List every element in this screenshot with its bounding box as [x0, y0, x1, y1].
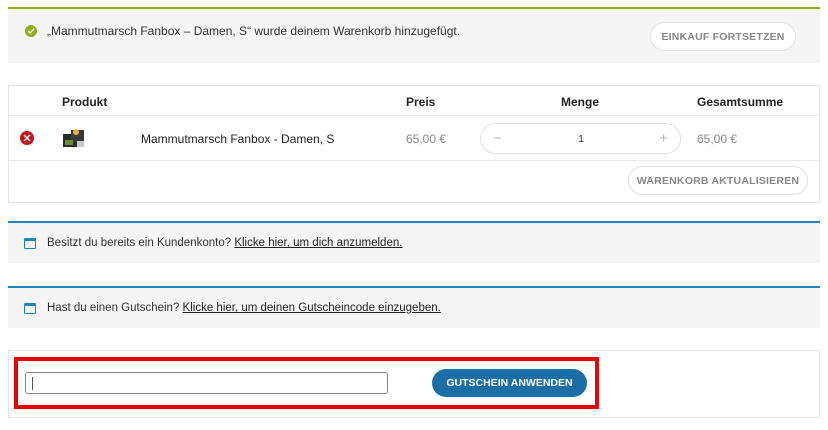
quantity-stepper[interactable]: − +: [480, 123, 681, 154]
product-total: 65,00 €: [697, 132, 738, 146]
quantity-input[interactable]: [521, 129, 641, 149]
update-cart-button[interactable]: Warenkorb aktualisieren: [628, 166, 808, 195]
notice-message: „Mammutmarsch Fanbox – Damen, S“ wurde d…: [47, 24, 461, 38]
coupon-notice-text: Hast du einen Gutschein?: [47, 302, 180, 314]
header-divider: [9, 115, 819, 116]
check-circle-icon: [25, 25, 37, 37]
coupon-link[interactable]: Klicke hier, um deinen Gutscheincode ein…: [183, 302, 441, 314]
minus-icon[interactable]: −: [493, 130, 502, 147]
continue-shopping-button[interactable]: Einkauf fortsetzen: [650, 22, 796, 51]
text-caret: [32, 377, 33, 390]
product-thumbnail[interactable]: [62, 126, 86, 150]
column-header-total: Gesamtsumme: [697, 95, 784, 109]
remove-item-icon[interactable]: [20, 131, 34, 145]
column-header-product: Produkt: [62, 95, 108, 109]
login-link[interactable]: Klicke hier, um dich anzumelden.: [234, 237, 402, 249]
product-name[interactable]: Mammutmarsch Fanbox - Damen, S: [141, 132, 334, 146]
plus-icon[interactable]: +: [659, 130, 668, 147]
window-icon: [24, 303, 36, 314]
column-header-quantity: Menge: [561, 95, 600, 109]
coupon-code-input[interactable]: [25, 372, 388, 394]
column-header-price: Preis: [406, 95, 436, 109]
apply-coupon-button[interactable]: Gutschein anwenden: [432, 369, 587, 397]
window-icon: [24, 238, 36, 249]
login-notice: Besitzt du bereits ein Kundenkonto? Klic…: [8, 221, 820, 263]
row-divider: [9, 160, 819, 161]
coupon-notice: Hast du einen Gutschein? Klicke hier, um…: [8, 286, 820, 328]
login-notice-text: Besitzt du bereits ein Kundenkonto?: [47, 237, 232, 249]
product-price: 65,00 €: [406, 132, 447, 146]
